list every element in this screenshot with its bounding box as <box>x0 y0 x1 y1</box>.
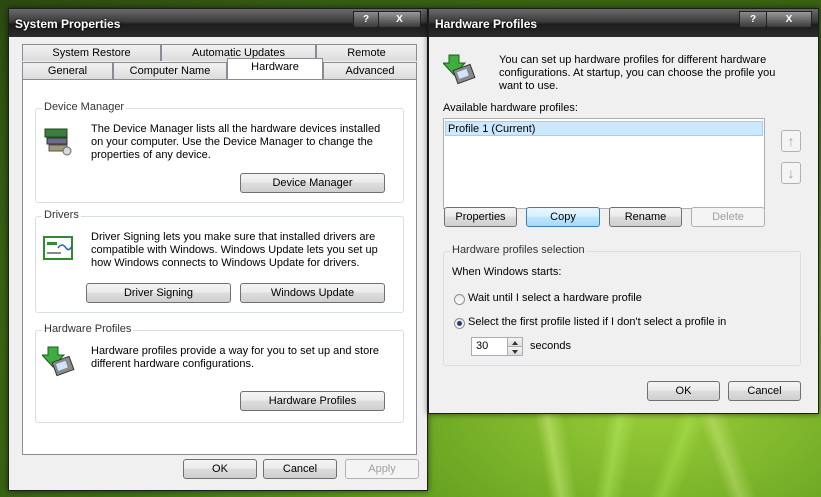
list-item-profile-1[interactable]: Profile 1 (Current) <box>445 121 763 136</box>
spin-up-icon <box>512 341 518 345</box>
device-manager-description: The Device Manager lists all the hardwar… <box>91 123 381 161</box>
spin-down-button[interactable] <box>507 347 522 355</box>
hardware-profiles-group: Hardware Profiles Hardware profiles prov… <box>35 323 404 423</box>
wait-until-select-radio[interactable] <box>454 294 465 305</box>
title-bar[interactable]: System Properties ? X <box>9 9 427 37</box>
device-manager-group: Device Manager The Device Manager lists … <box>35 101 404 203</box>
cancel-button[interactable]: Cancel <box>728 381 801 401</box>
copy-button[interactable]: Copy <box>526 207 600 227</box>
hardware-profiles-window: Hardware Profiles ? X You can set up har… <box>428 8 819 414</box>
tab-remote[interactable]: Remote <box>316 44 417 61</box>
spin-up-button[interactable] <box>507 338 522 347</box>
ok-button[interactable]: OK <box>183 459 257 479</box>
seconds-label: seconds <box>530 340 571 352</box>
close-button[interactable]: X <box>378 11 421 28</box>
hardware-profiles-label: Hardware Profiles <box>42 323 134 335</box>
apply-button[interactable]: Apply <box>345 459 419 479</box>
hardware-profiles-button[interactable]: Hardware Profiles <box>240 391 385 411</box>
windows-update-button[interactable]: Windows Update <box>240 283 385 303</box>
profile-selection-group: Hardware profiles selection When Windows… <box>443 244 801 366</box>
window-title: Hardware Profiles <box>435 17 538 31</box>
device-manager-label: Device Manager <box>42 101 127 113</box>
cancel-button[interactable]: Cancel <box>263 459 337 479</box>
close-button[interactable]: X <box>766 11 812 28</box>
tab-computer-name[interactable]: Computer Name <box>113 62 227 79</box>
device-manager-icon <box>44 128 72 156</box>
select-first-profile-label[interactable]: Select the first profile listed if I don… <box>468 316 726 328</box>
hardware-profiles-description: Hardware profiles provide a way for you … <box>91 345 379 370</box>
tab-advanced[interactable]: Advanced <box>323 62 417 79</box>
system-properties-window: System Properties ? X System Restore Aut… <box>8 8 428 491</box>
select-first-profile-radio[interactable] <box>454 318 465 329</box>
ok-button[interactable]: OK <box>647 381 720 401</box>
tab-general[interactable]: General <box>22 62 113 79</box>
window-title: System Properties <box>15 17 121 31</box>
spin-down-icon <box>512 350 518 354</box>
driver-signing-button[interactable]: Driver Signing <box>86 283 231 303</box>
profile-selection-label: Hardware profiles selection <box>450 244 587 256</box>
move-up-button[interactable]: ↑ <box>781 130 801 152</box>
seconds-value[interactable]: 30 <box>476 340 488 352</box>
hardware-tab-panel: Device Manager The Device Manager lists … <box>22 79 417 455</box>
tab-hardware[interactable]: Hardware <box>227 58 323 79</box>
available-profiles-label: Available hardware profiles: <box>443 102 578 114</box>
drivers-group: Drivers Driver Signing lets you make sur… <box>35 209 404 313</box>
tab-system-restore[interactable]: System Restore <box>22 44 161 61</box>
help-button[interactable]: ? <box>353 11 379 28</box>
wait-until-select-label[interactable]: Wait until I select a hardware profile <box>468 292 642 304</box>
title-bar[interactable]: Hardware Profiles ? X <box>429 9 818 37</box>
drivers-label: Drivers <box>42 209 81 221</box>
hardware-profiles-icon <box>443 54 476 85</box>
hardware-profiles-icon <box>42 346 75 377</box>
delete-button[interactable]: Delete <box>691 207 765 227</box>
when-windows-starts-label: When Windows starts: <box>452 266 562 278</box>
drivers-description: Driver Signing lets you make sure that i… <box>91 231 378 269</box>
properties-button[interactable]: Properties <box>444 207 517 227</box>
desktop-wallpaper <box>425 400 821 497</box>
intro-text: You can set up hardware profiles for dif… <box>499 54 776 92</box>
device-manager-button[interactable]: Device Manager <box>240 173 385 193</box>
driver-certificate-icon <box>43 236 73 260</box>
help-button[interactable]: ? <box>739 11 767 28</box>
move-down-button[interactable]: ↓ <box>781 162 801 184</box>
seconds-spinbox[interactable]: 30 <box>471 337 523 356</box>
profiles-listbox[interactable]: Profile 1 (Current) <box>443 118 765 209</box>
rename-button[interactable]: Rename <box>609 207 682 227</box>
